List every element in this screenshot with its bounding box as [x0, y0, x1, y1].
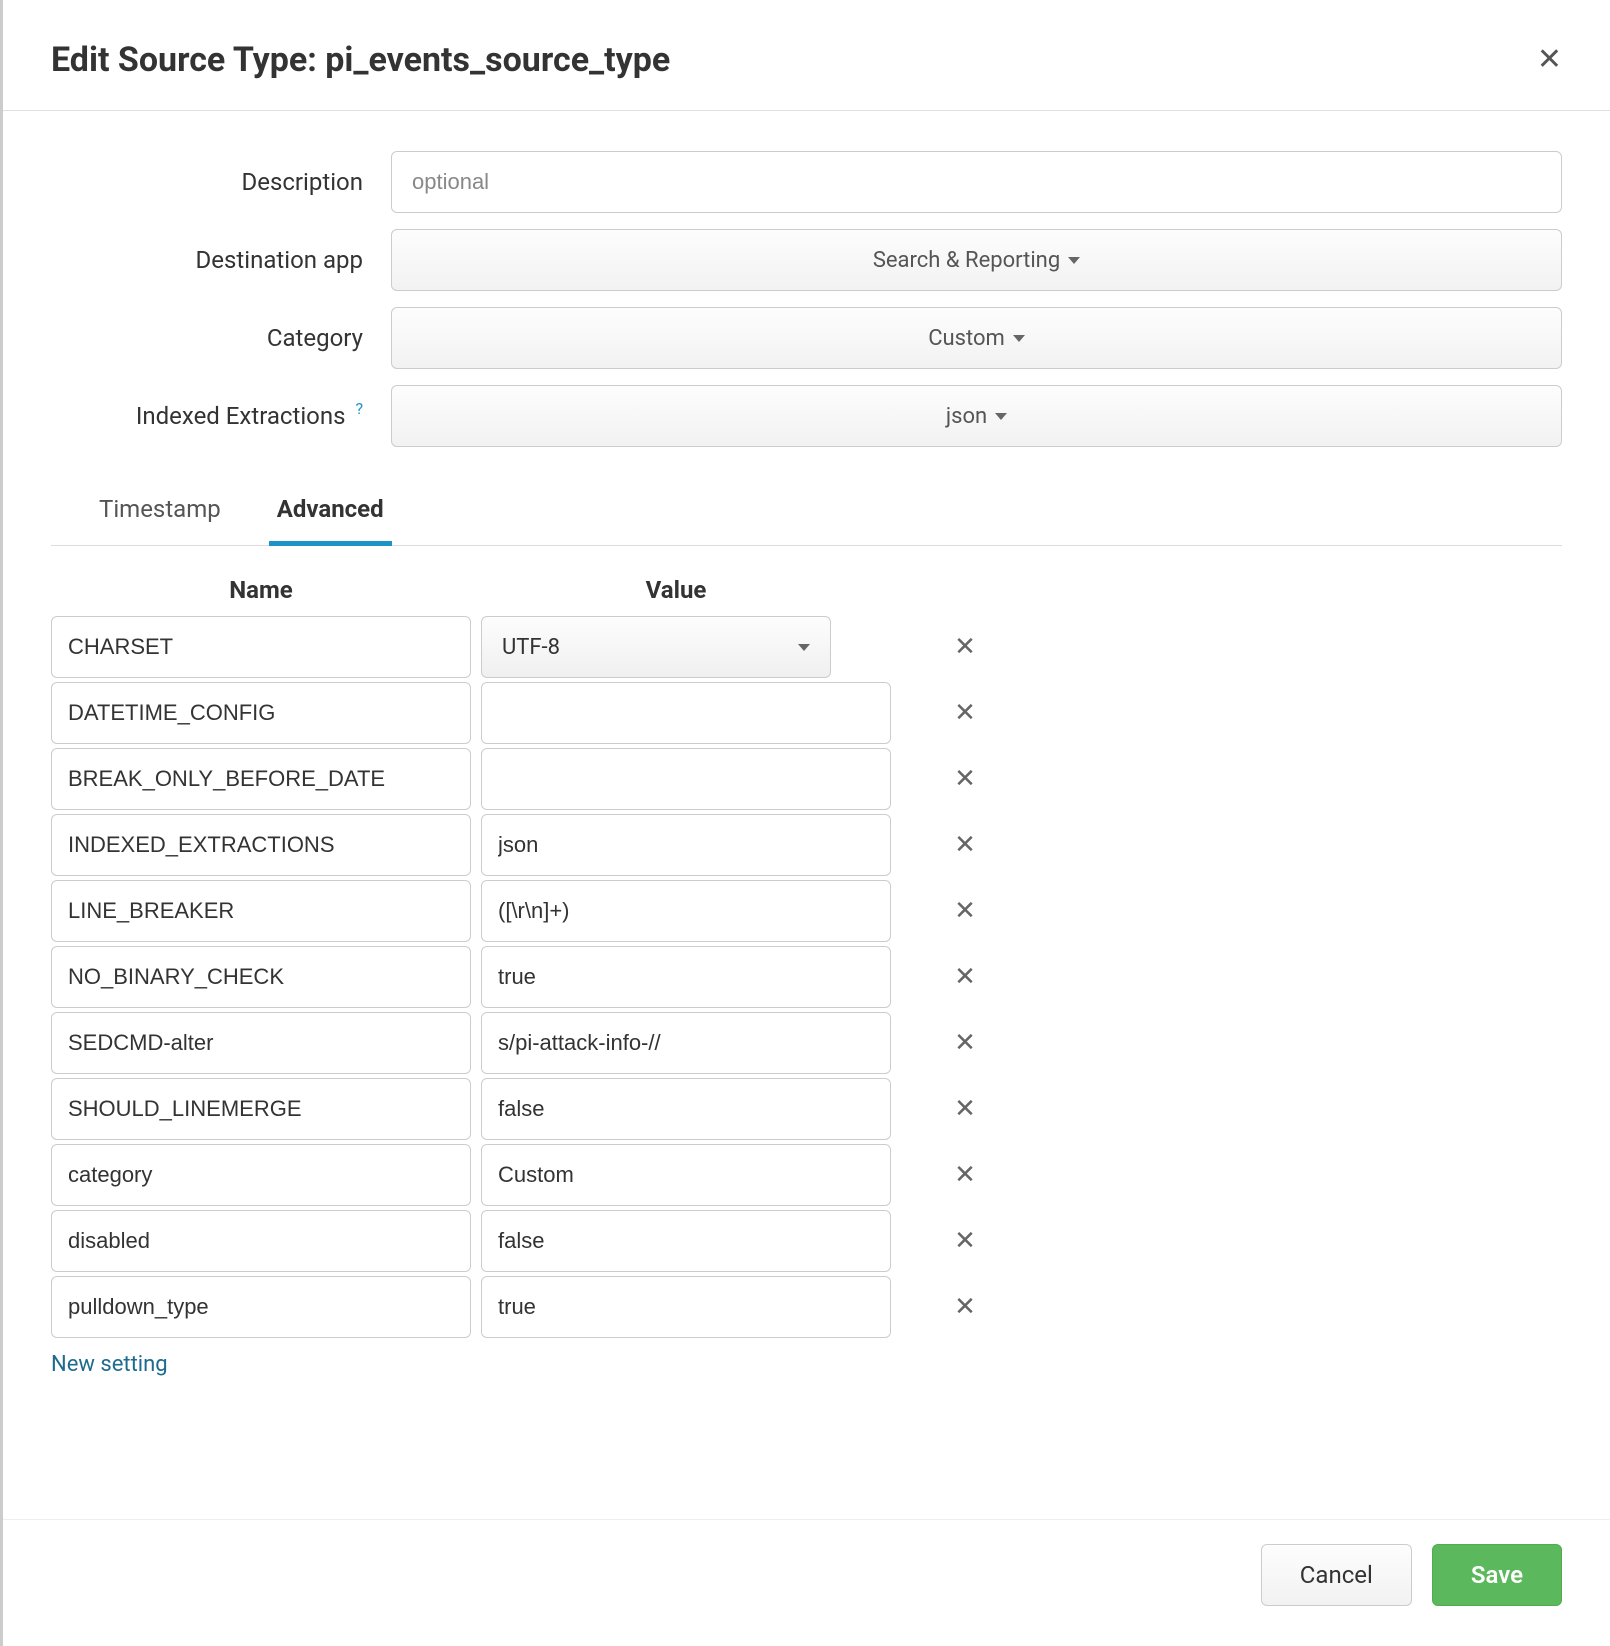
setting-value-input[interactable]: [481, 1012, 891, 1074]
table-row: UTF-8 ✕: [51, 616, 1562, 678]
setting-name-input[interactable]: [51, 814, 471, 876]
delete-row-icon[interactable]: ✕: [935, 1226, 995, 1256]
label-destination-app: Destination app: [51, 246, 391, 274]
row-indexed-extractions: Indexed Extractions ? json: [51, 385, 1562, 447]
setting-name-input[interactable]: [51, 748, 471, 810]
setting-value-input[interactable]: [481, 748, 891, 810]
setting-name-input[interactable]: [51, 1078, 471, 1140]
delete-row-icon[interactable]: ✕: [935, 1028, 995, 1058]
table-row: ✕: [51, 748, 1562, 810]
category-value: Custom: [928, 326, 1005, 351]
help-icon[interactable]: ?: [355, 399, 363, 418]
header-value: Value: [471, 576, 881, 604]
label-description: Description: [51, 168, 391, 196]
setting-name-input[interactable]: [51, 1144, 471, 1206]
setting-value-input[interactable]: [481, 1078, 891, 1140]
table-row: ✕: [51, 814, 1562, 876]
save-button[interactable]: Save: [1432, 1544, 1562, 1606]
label-category: Category: [51, 324, 391, 352]
indexed-extractions-value: json: [946, 404, 987, 429]
modal-title: Edit Source Type: pi_events_source_type: [51, 40, 670, 80]
delete-row-icon[interactable]: ✕: [935, 698, 995, 728]
setting-name-input[interactable]: [51, 946, 471, 1008]
table-row: ✕: [51, 946, 1562, 1008]
table-row: ✕: [51, 1210, 1562, 1272]
table-row: ✕: [51, 1078, 1562, 1140]
control-category: Custom: [391, 307, 1562, 369]
control-indexed-extractions: json: [391, 385, 1562, 447]
setting-value-input[interactable]: [481, 1276, 891, 1338]
new-setting-link[interactable]: New setting: [51, 1352, 168, 1377]
setting-name-input[interactable]: [51, 682, 471, 744]
control-destination-app: Search & Reporting: [391, 229, 1562, 291]
chevron-down-icon: [1068, 257, 1080, 264]
chevron-down-icon: [1013, 335, 1025, 342]
setting-value-input[interactable]: [481, 1144, 891, 1206]
delete-row-icon[interactable]: ✕: [935, 830, 995, 860]
setting-value-input[interactable]: [481, 1210, 891, 1272]
tab-advanced[interactable]: Advanced: [269, 477, 392, 546]
table-header: Name Value: [51, 576, 1562, 616]
delete-row-icon[interactable]: ✕: [935, 1160, 995, 1190]
setting-value-input[interactable]: [481, 814, 891, 876]
chevron-down-icon: [798, 644, 810, 651]
setting-value-input[interactable]: [481, 880, 891, 942]
control-description: [391, 151, 1562, 213]
delete-row-icon[interactable]: ✕: [935, 962, 995, 992]
destination-app-value: Search & Reporting: [873, 248, 1060, 273]
delete-row-icon[interactable]: ✕: [935, 896, 995, 926]
indexed-extractions-select[interactable]: json: [391, 385, 1562, 447]
modal-footer: Cancel Save: [3, 1519, 1610, 1646]
category-select[interactable]: Custom: [391, 307, 1562, 369]
close-icon[interactable]: ✕: [1537, 45, 1562, 75]
setting-name-input[interactable]: [51, 880, 471, 942]
row-category: Category Custom: [51, 307, 1562, 369]
edit-source-type-modal: Edit Source Type: pi_events_source_type …: [0, 0, 1610, 1646]
modal-header: Edit Source Type: pi_events_source_type …: [3, 0, 1610, 111]
setting-name-input[interactable]: [51, 1210, 471, 1272]
row-description: Description: [51, 151, 1562, 213]
tabs: Timestamp Advanced: [51, 477, 1562, 546]
label-indexed-extractions: Indexed Extractions ?: [51, 402, 391, 430]
tab-timestamp[interactable]: Timestamp: [91, 477, 229, 546]
table-row: ✕: [51, 880, 1562, 942]
table-row: ✕: [51, 1012, 1562, 1074]
chevron-down-icon: [995, 413, 1007, 420]
setting-name-input[interactable]: [51, 1276, 471, 1338]
cancel-button[interactable]: Cancel: [1261, 1544, 1412, 1606]
setting-value-input[interactable]: [481, 946, 891, 1008]
description-input[interactable]: [391, 151, 1562, 213]
setting-name-input[interactable]: [51, 1012, 471, 1074]
setting-value-text: UTF-8: [502, 635, 560, 660]
table-row: ✕: [51, 1276, 1562, 1338]
delete-row-icon[interactable]: ✕: [935, 1292, 995, 1322]
advanced-settings-table: Name Value UTF-8 ✕ ✕ ✕ ✕ ✕ ✕ ✕ ✕ ✕ ✕ ✕ New setting: [51, 576, 1562, 1377]
delete-row-icon[interactable]: ✕: [935, 632, 995, 662]
table-row: ✕: [51, 682, 1562, 744]
setting-value-input[interactable]: [481, 682, 891, 744]
modal-body: Description Destination app Search & Rep…: [3, 111, 1610, 1519]
table-row: ✕: [51, 1144, 1562, 1206]
destination-app-select[interactable]: Search & Reporting: [391, 229, 1562, 291]
header-name: Name: [51, 576, 471, 604]
delete-row-icon[interactable]: ✕: [935, 764, 995, 794]
row-destination-app: Destination app Search & Reporting: [51, 229, 1562, 291]
setting-value-select[interactable]: UTF-8: [481, 616, 831, 678]
setting-name-input[interactable]: [51, 616, 471, 678]
delete-row-icon[interactable]: ✕: [935, 1094, 995, 1124]
